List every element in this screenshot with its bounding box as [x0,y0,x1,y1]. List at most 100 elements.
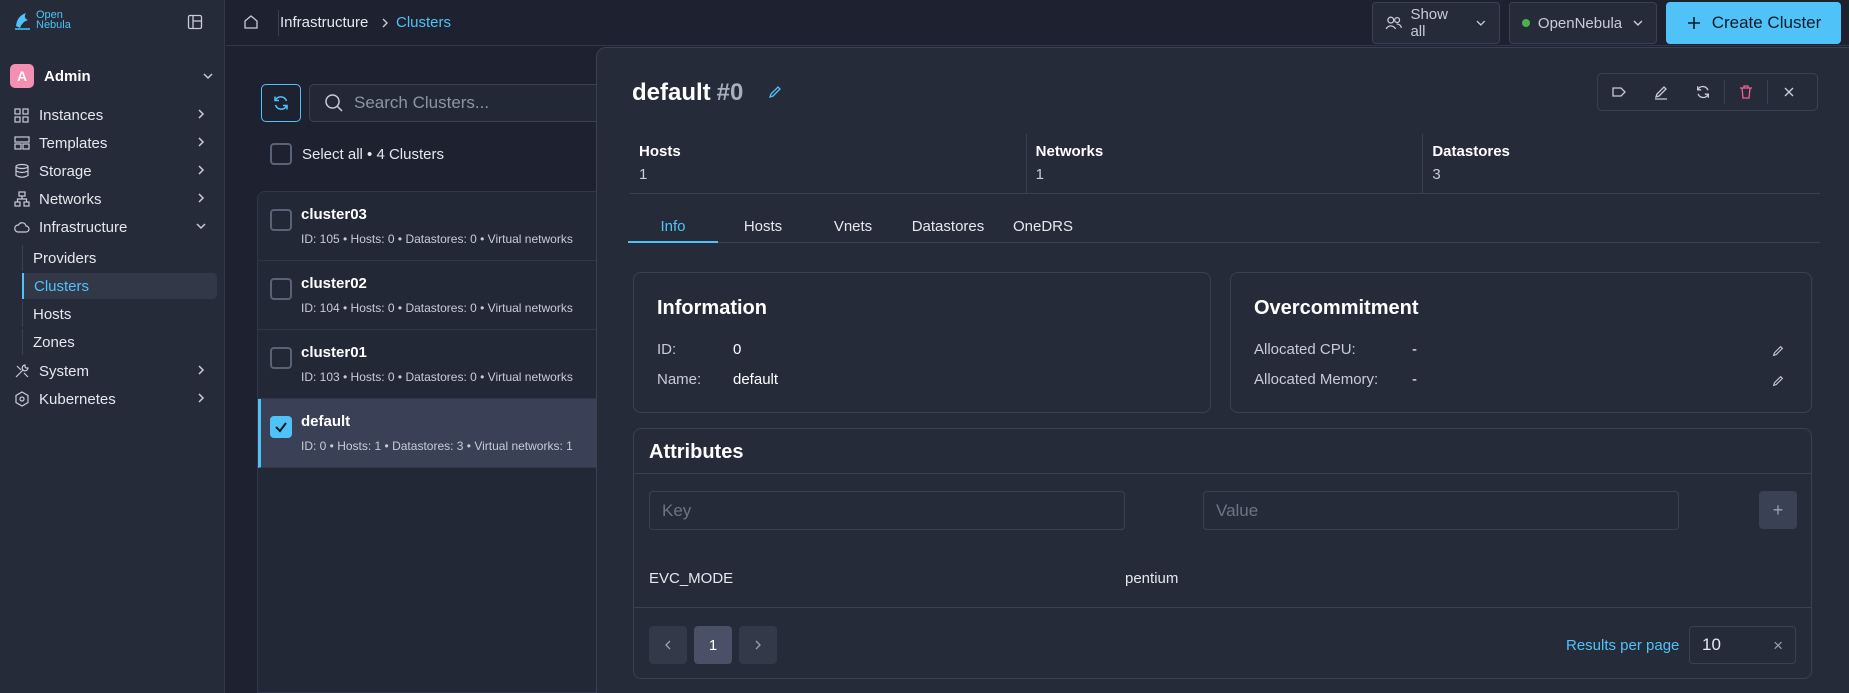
id-value: 0 [733,341,742,358]
refresh-icon [274,96,288,110]
cluster-name: cluster01 [301,344,367,361]
cluster-meta: ID: 0 • Hosts: 1 • Datastores: 3 • Virtu… [301,439,573,453]
next-page-button[interactable] [739,626,777,664]
tab-hosts[interactable]: Hosts [718,218,808,243]
chevron-right-icon [198,137,205,147]
attributes-title: Attributes [649,441,744,463]
stat-label: Hosts [639,143,681,160]
refresh-detail-button[interactable] [1682,74,1724,110]
attribute-value[interactable]: pentium [1125,570,1178,587]
sidebar-item-instances[interactable]: Instances [14,103,214,127]
select-all[interactable]: Select all • 4 Clusters [270,143,444,165]
tools-icon [14,363,30,379]
row-checkbox[interactable] [270,278,292,300]
create-cluster-button[interactable]: Create Cluster [1666,2,1841,44]
information-title: Information [657,297,767,319]
label-button[interactable] [1598,74,1640,110]
stat-value: 3 [1432,166,1441,183]
sidebar-subitem-providers[interactable]: Providers [22,245,217,271]
topbar: Infrastructure Clusters Show all OpenNeb… [226,0,1849,46]
stat-networks: Networks 1 [1027,134,1424,193]
detail-id: #0 [716,79,744,106]
detail-name: default [632,79,711,106]
memory-value: - [1412,371,1417,388]
search-icon [325,94,343,112]
sidebar-item-storage[interactable]: Storage [14,159,214,183]
list-item[interactable]: cluster03 ID: 105 • Hosts: 0 • Datastore… [258,192,616,261]
detail-actions [1597,73,1818,111]
refresh-button[interactable] [261,84,301,122]
row-checkbox[interactable] [270,209,292,231]
list-item-selected[interactable]: default ID: 0 • Hosts: 1 • Datastores: 3… [258,399,616,468]
sidebar-item-label: System [39,362,90,380]
edit-cpu-pencil-icon[interactable] [1771,344,1785,358]
results-per-page-select[interactable]: 10 × [1689,626,1796,664]
sidebar-subitem-zones[interactable]: Zones [22,329,217,355]
sidebar-item-system[interactable]: System [14,359,214,383]
list-item[interactable]: cluster02 ID: 104 • Hosts: 0 • Datastore… [258,261,616,330]
divider [278,10,279,36]
edit-button[interactable] [1640,74,1682,110]
close-button[interactable] [1768,74,1810,110]
overcommitment-card: Overcommitment Allocated CPU: - Allocate… [1230,272,1812,413]
sidebar-item-label: Instances [39,106,104,124]
clear-icon[interactable]: × [1773,636,1783,656]
show-all-button[interactable]: Show all [1372,2,1500,44]
edit-memory-pencil-icon[interactable] [1771,374,1785,388]
breadcrumb-parent[interactable]: Infrastructure [280,14,368,31]
cloud-icon [14,219,30,235]
chevron-right-icon [382,18,388,28]
chevron-left-icon [665,640,671,650]
close-icon [1784,87,1794,97]
tab-vnets[interactable]: Vnets [808,218,898,243]
check-icon [275,422,287,433]
sidebar-item-networks[interactable]: Networks [14,187,214,211]
home-icon[interactable] [243,14,259,30]
prev-page-button[interactable] [649,626,687,664]
attribute-key-input[interactable] [649,491,1125,530]
chevron-right-icon [198,109,205,119]
sidebar-item-kubernetes[interactable]: Kubernetes [14,387,214,411]
select-all-checkbox[interactable] [270,143,292,165]
attribute-value-input[interactable] [1203,491,1679,530]
cluster-meta: ID: 104 • Hosts: 0 • Datastores: 0 • Vir… [301,301,573,315]
id-label: ID: [657,341,677,358]
rename-pencil-icon[interactable] [767,84,783,100]
logo-text-2: Nebula [36,19,71,31]
sidebar-subitem-clusters[interactable]: Clusters [22,273,217,299]
zone-selector[interactable]: OpenNebula [1509,2,1657,44]
sidebar-subitem-hosts[interactable]: Hosts [22,301,217,327]
user-menu[interactable]: A Admin [10,63,215,89]
sidebar-item-label: Infrastructure [39,218,128,236]
sidebar-item-label: Storage [39,162,92,180]
sidebar-item-templates[interactable]: Templates [14,131,214,155]
divider [634,473,1811,474]
tag-icon [1612,87,1626,97]
overcommitment-title: Overcommitment [1254,297,1419,319]
delete-button[interactable] [1725,74,1767,110]
tab-info[interactable]: Info [628,218,718,243]
add-attribute-button[interactable]: + [1759,491,1797,529]
detail-stats: Hosts 1 Networks 1 Datastores 3 [630,134,1820,194]
chevron-right-icon [755,640,761,650]
cpu-value: - [1412,341,1417,358]
sidebar-collapse-icon[interactable] [187,14,203,30]
row-checkbox[interactable] [270,347,292,369]
pencil-icon [1654,86,1667,100]
search-box[interactable] [309,84,609,122]
opennebula-logo[interactable]: Open Nebula [14,10,71,31]
row-checkbox-checked[interactable] [270,416,292,438]
chevron-right-icon [198,393,205,403]
sidebar-item-infrastructure[interactable]: Infrastructure [14,215,214,239]
results-per-page-value: 10 [1702,635,1721,654]
name-label: Name: [657,371,702,388]
sidebar: Open Nebula A Admin Instances Templates … [0,0,225,693]
storage-icon [14,163,30,179]
list-item[interactable]: cluster01 ID: 103 • Hosts: 0 • Datastore… [258,330,616,399]
tab-datastores[interactable]: Datastores [898,218,998,243]
page-button-current[interactable]: 1 [694,626,732,664]
information-card: Information ID: 0 Name: default [633,272,1211,413]
refresh-icon [1697,85,1709,99]
search-input[interactable] [354,93,594,113]
tab-onedrs[interactable]: OneDRS [998,218,1088,243]
